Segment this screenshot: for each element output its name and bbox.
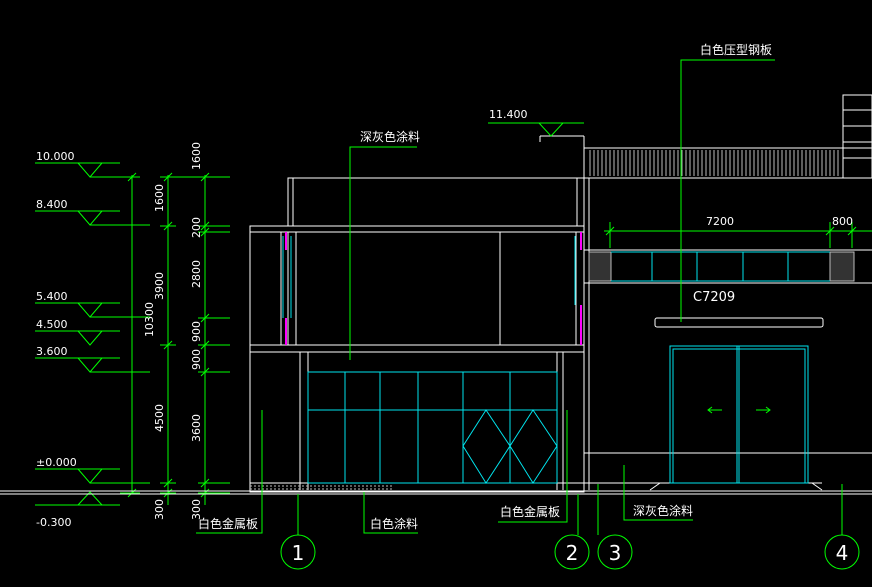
side-glazing-strips <box>282 236 576 318</box>
entrance-canopy <box>654 317 824 328</box>
label-white-paint: 白色涂料 <box>370 516 418 531</box>
elevation-markers <box>35 162 150 506</box>
window-code-label: C7209 <box>693 290 735 305</box>
dim-span-a: 7200 <box>706 215 734 228</box>
label-upper-paint: 深灰色涂料 <box>360 129 420 144</box>
drawing-canvas: 10.000 8.400 5.400 4.500 3.600 ±0.000 -0… <box>0 42 872 570</box>
elev-floor2: 3.600 <box>36 345 68 358</box>
elev-roof: 8.400 <box>36 198 68 211</box>
dim-t1-a: 1600 <box>153 184 166 212</box>
axis-label-3: 3 <box>609 541 622 565</box>
left-building-block <box>249 177 585 493</box>
base-hatch <box>250 485 392 490</box>
axis-label-1: 1 <box>292 541 305 565</box>
label-metal-panel-left: 白色金属板 <box>198 516 258 531</box>
dim-t2-e: 900 <box>190 349 203 370</box>
dim-span-b: 800 <box>832 215 853 228</box>
dim-total: 10300 <box>143 302 156 337</box>
dim-t1-c: 4500 <box>153 404 166 432</box>
curtain-wall <box>307 371 558 484</box>
axis-label-4: 4 <box>836 541 849 565</box>
label-roof-panel: 白色压型钢板 <box>700 42 772 57</box>
elev-parapet: 11.400 <box>489 108 528 121</box>
leader-lines <box>196 59 843 535</box>
dim-t1-d: 300 <box>153 499 166 520</box>
dim-t2-a: 1600 <box>190 142 203 170</box>
window-frame-accents <box>285 232 582 345</box>
label-metal-panel-right: 白色金属板 <box>500 504 560 519</box>
dim-t1-b: 3900 <box>153 272 166 300</box>
elev-lintel: 4.500 <box>36 318 68 331</box>
elev-upper-sill: 5.400 <box>36 290 68 303</box>
parapet-level-marker <box>488 122 584 137</box>
axis-label-2: 2 <box>566 541 579 565</box>
dim-t2-b: 200 <box>190 217 203 238</box>
label-lower-paint: 深灰色涂料 <box>633 503 693 518</box>
high-window-strip <box>588 251 855 282</box>
elev-top: 10.000 <box>36 150 75 163</box>
elev-ground: ±0.000 <box>36 456 77 469</box>
dim-t2-d: 900 <box>190 321 203 342</box>
elev-grade: -0.300 <box>36 516 71 529</box>
vertical-dimension-lines <box>120 172 230 505</box>
entrance-door <box>669 345 809 484</box>
cad-elevation-drawing: 10.000 8.400 5.400 4.500 3.600 ±0.000 -0… <box>0 0 872 582</box>
dim-t2-f: 3600 <box>190 414 203 442</box>
dim-t2-c: 2800 <box>190 260 203 288</box>
roof-panel-hatch <box>589 150 839 176</box>
